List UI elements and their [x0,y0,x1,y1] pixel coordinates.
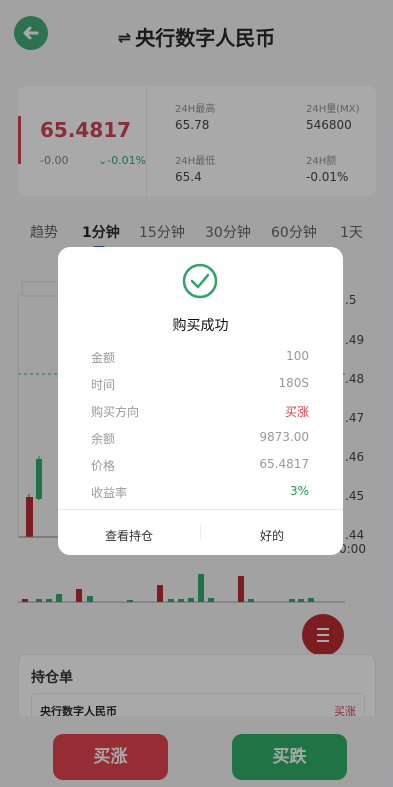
row-label: 余额 [91,432,116,446]
dialog-row-yield: 收益率 3% [91,484,309,502]
view-positions-button[interactable]: 查看持仓 [58,527,200,544]
row-label: 金额 [91,351,116,365]
ok-button[interactable]: 好的 [201,527,343,544]
row-label: 购买方向 [91,405,140,419]
dialog-row-time: 时间 180S [91,376,309,394]
row-label: 时间 [91,378,116,392]
success-check-icon [182,263,218,299]
row-label: 收益率 [91,486,128,500]
dialog-divider [58,509,343,510]
dialog-row-balance: 余额 9873.00 [91,430,309,448]
dialog-row-direction: 购买方向 买涨 [91,403,309,421]
row-value: 65.4817 [259,457,309,471]
dialog-title: 购买成功 [172,318,229,334]
row-value: 3% [289,484,309,498]
row-value: 买涨 [284,405,309,419]
dialog-row-amount: 金额 100 [91,349,309,367]
dialog-row-price: 价格 65.4817 [91,457,309,475]
row-label: 价格 [91,459,116,473]
row-value: 9873.00 [259,430,309,444]
row-value: 100 [286,349,309,363]
row-value: 180S [278,376,309,390]
purchase-success-dialog: 购买成功 金额 100 时间 180S 购买方向 买涨 余额 9873.00 价… [58,247,343,555]
